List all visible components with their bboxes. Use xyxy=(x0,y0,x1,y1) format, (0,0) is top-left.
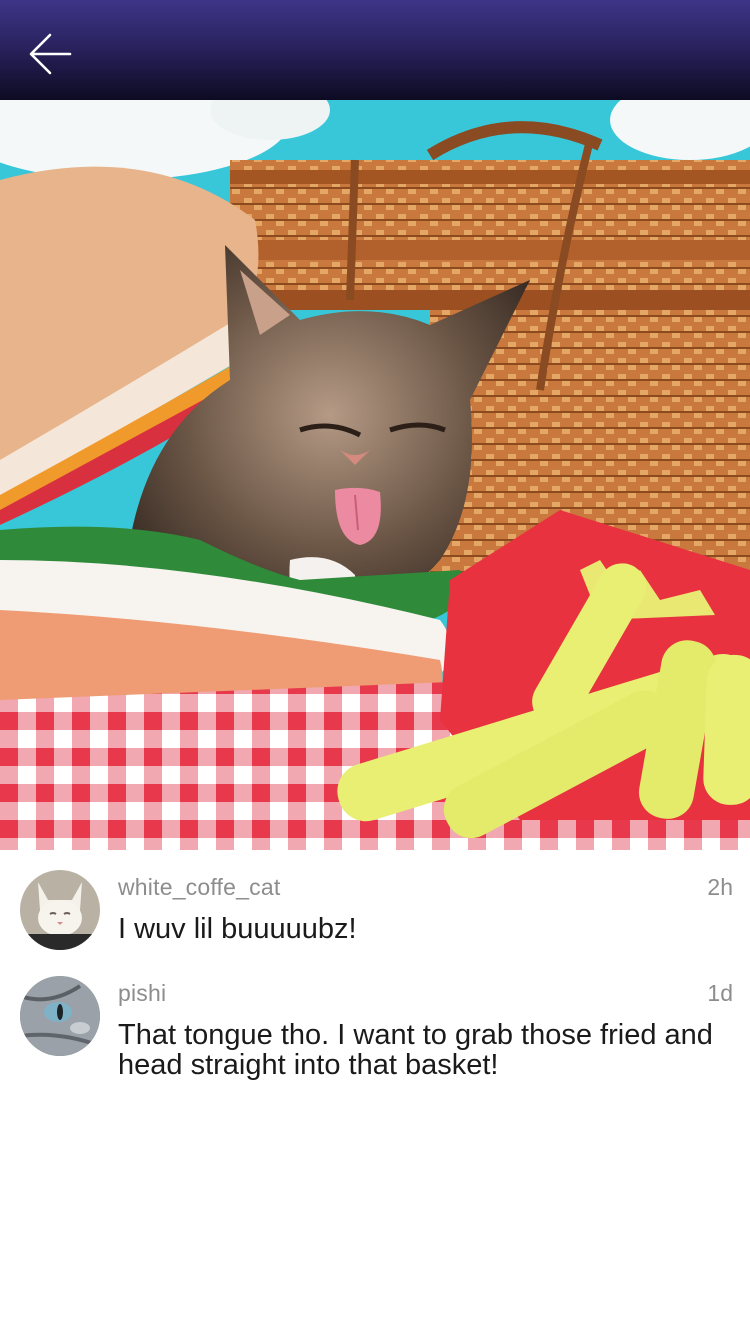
back-button[interactable] xyxy=(20,26,80,82)
comment-username[interactable]: white_coffe_cat xyxy=(118,874,280,901)
top-navigation-bar xyxy=(0,0,750,100)
comment-timestamp: 1d xyxy=(707,980,733,1006)
white-cat-avatar xyxy=(20,870,100,950)
back-arrow-icon xyxy=(29,33,72,75)
user-avatar[interactable] xyxy=(20,870,100,950)
comment-username[interactable]: pishi xyxy=(118,980,166,1007)
user-avatar[interactable] xyxy=(20,976,100,1056)
grey-cat-avatar xyxy=(20,976,100,1056)
comment-text: I wuv lil buuuuubz! xyxy=(118,913,357,945)
cat-photo xyxy=(0,100,750,850)
post-photo[interactable] xyxy=(0,100,750,850)
comment-timestamp: 2h xyxy=(707,874,733,900)
comment-text: That tongue tho. I want to grab those fr… xyxy=(118,1019,713,1081)
